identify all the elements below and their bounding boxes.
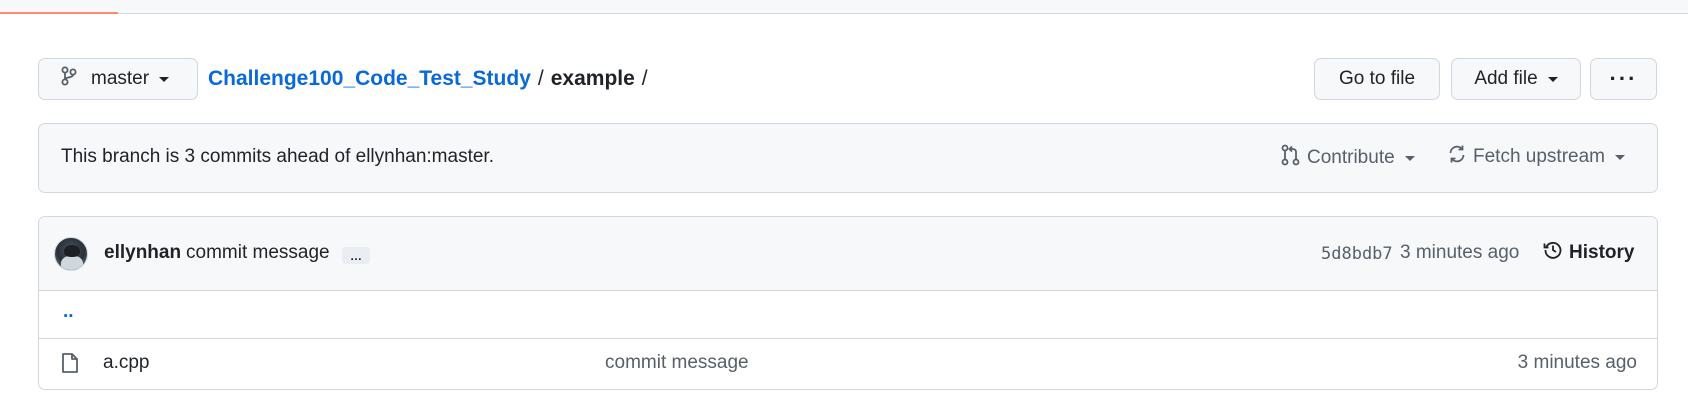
breadcrumb-current-dir: example <box>550 67 635 90</box>
chevron-down-icon <box>159 76 170 82</box>
fetch-upstream-dropdown[interactable]: Fetch upstream <box>1447 144 1625 170</box>
contribute-label: Contribute <box>1307 147 1395 168</box>
latest-commit-bar: ellynhan commit message … 5d8bdb7 3 minu… <box>39 217 1657 291</box>
go-to-file-button[interactable]: Go to file <box>1314 58 1440 100</box>
loading-progress-bar <box>0 12 119 14</box>
avatar-figure-body <box>61 256 83 270</box>
fetch-upstream-label: Fetch upstream <box>1473 146 1605 167</box>
commit-sha-link[interactable]: 5d8bdb7 <box>1321 244 1393 264</box>
commit-time: 3 minutes ago <box>1400 242 1520 263</box>
breadcrumb: Challenge100_Code_Test_Study / example / <box>208 65 655 93</box>
history-icon <box>1543 240 1569 266</box>
kebab-horizontal-icon: ··· <box>1609 66 1638 91</box>
git-pull-request-icon <box>1281 144 1307 172</box>
chevron-down-icon <box>1404 155 1415 161</box>
add-file-button[interactable]: Add file <box>1451 58 1581 100</box>
contribute-dropdown[interactable]: Contribute <box>1281 144 1415 172</box>
file-name-link[interactable]: a.cpp <box>103 352 149 374</box>
sync-icon <box>1447 144 1473 170</box>
breadcrumb-separator: / <box>537 67 544 90</box>
breadcrumb-repo-link[interactable]: Challenge100_Code_Test_Study <box>208 65 531 93</box>
parent-directory-row[interactable]: .. <box>39 291 1657 339</box>
expand-commit-message-button[interactable]: … <box>342 247 370 264</box>
history-label: History <box>1569 242 1635 263</box>
avatar-figure-head <box>64 245 80 257</box>
file-commit-message-link[interactable]: commit message <box>605 352 749 374</box>
branch-status-banner: This branch is 3 commits ahead of ellynh… <box>38 123 1658 193</box>
add-file-label: Add file <box>1474 68 1538 89</box>
file-browser: ellynhan commit message … 5d8bdb7 3 minu… <box>38 216 1658 390</box>
chevron-down-icon <box>1615 154 1625 160</box>
top-header-strip <box>0 0 1688 14</box>
commit-message-link[interactable]: commit message <box>186 242 330 264</box>
branch-select-button[interactable]: master <box>38 58 198 100</box>
branch-name: master <box>91 68 150 89</box>
git-branch-icon <box>61 66 77 92</box>
commit-author-link[interactable]: ellynhan <box>104 242 181 264</box>
more-options-button[interactable]: ··· <box>1590 58 1657 100</box>
avatar[interactable] <box>54 237 88 271</box>
chevron-down-icon <box>1547 76 1558 82</box>
file-commit-time: 3 minutes ago <box>1517 352 1637 373</box>
history-link[interactable]: History <box>1543 240 1634 266</box>
breadcrumb-trailing-separator: / <box>641 67 648 90</box>
table-row[interactable]: a.cpp commit message 3 minutes ago <box>39 339 1657 387</box>
parent-directory-link[interactable]: .. <box>63 301 74 323</box>
go-to-file-label: Go to file <box>1338 68 1416 89</box>
file-icon <box>61 352 79 379</box>
branch-ahead-message: This branch is 3 commits ahead of ellynh… <box>61 146 494 167</box>
